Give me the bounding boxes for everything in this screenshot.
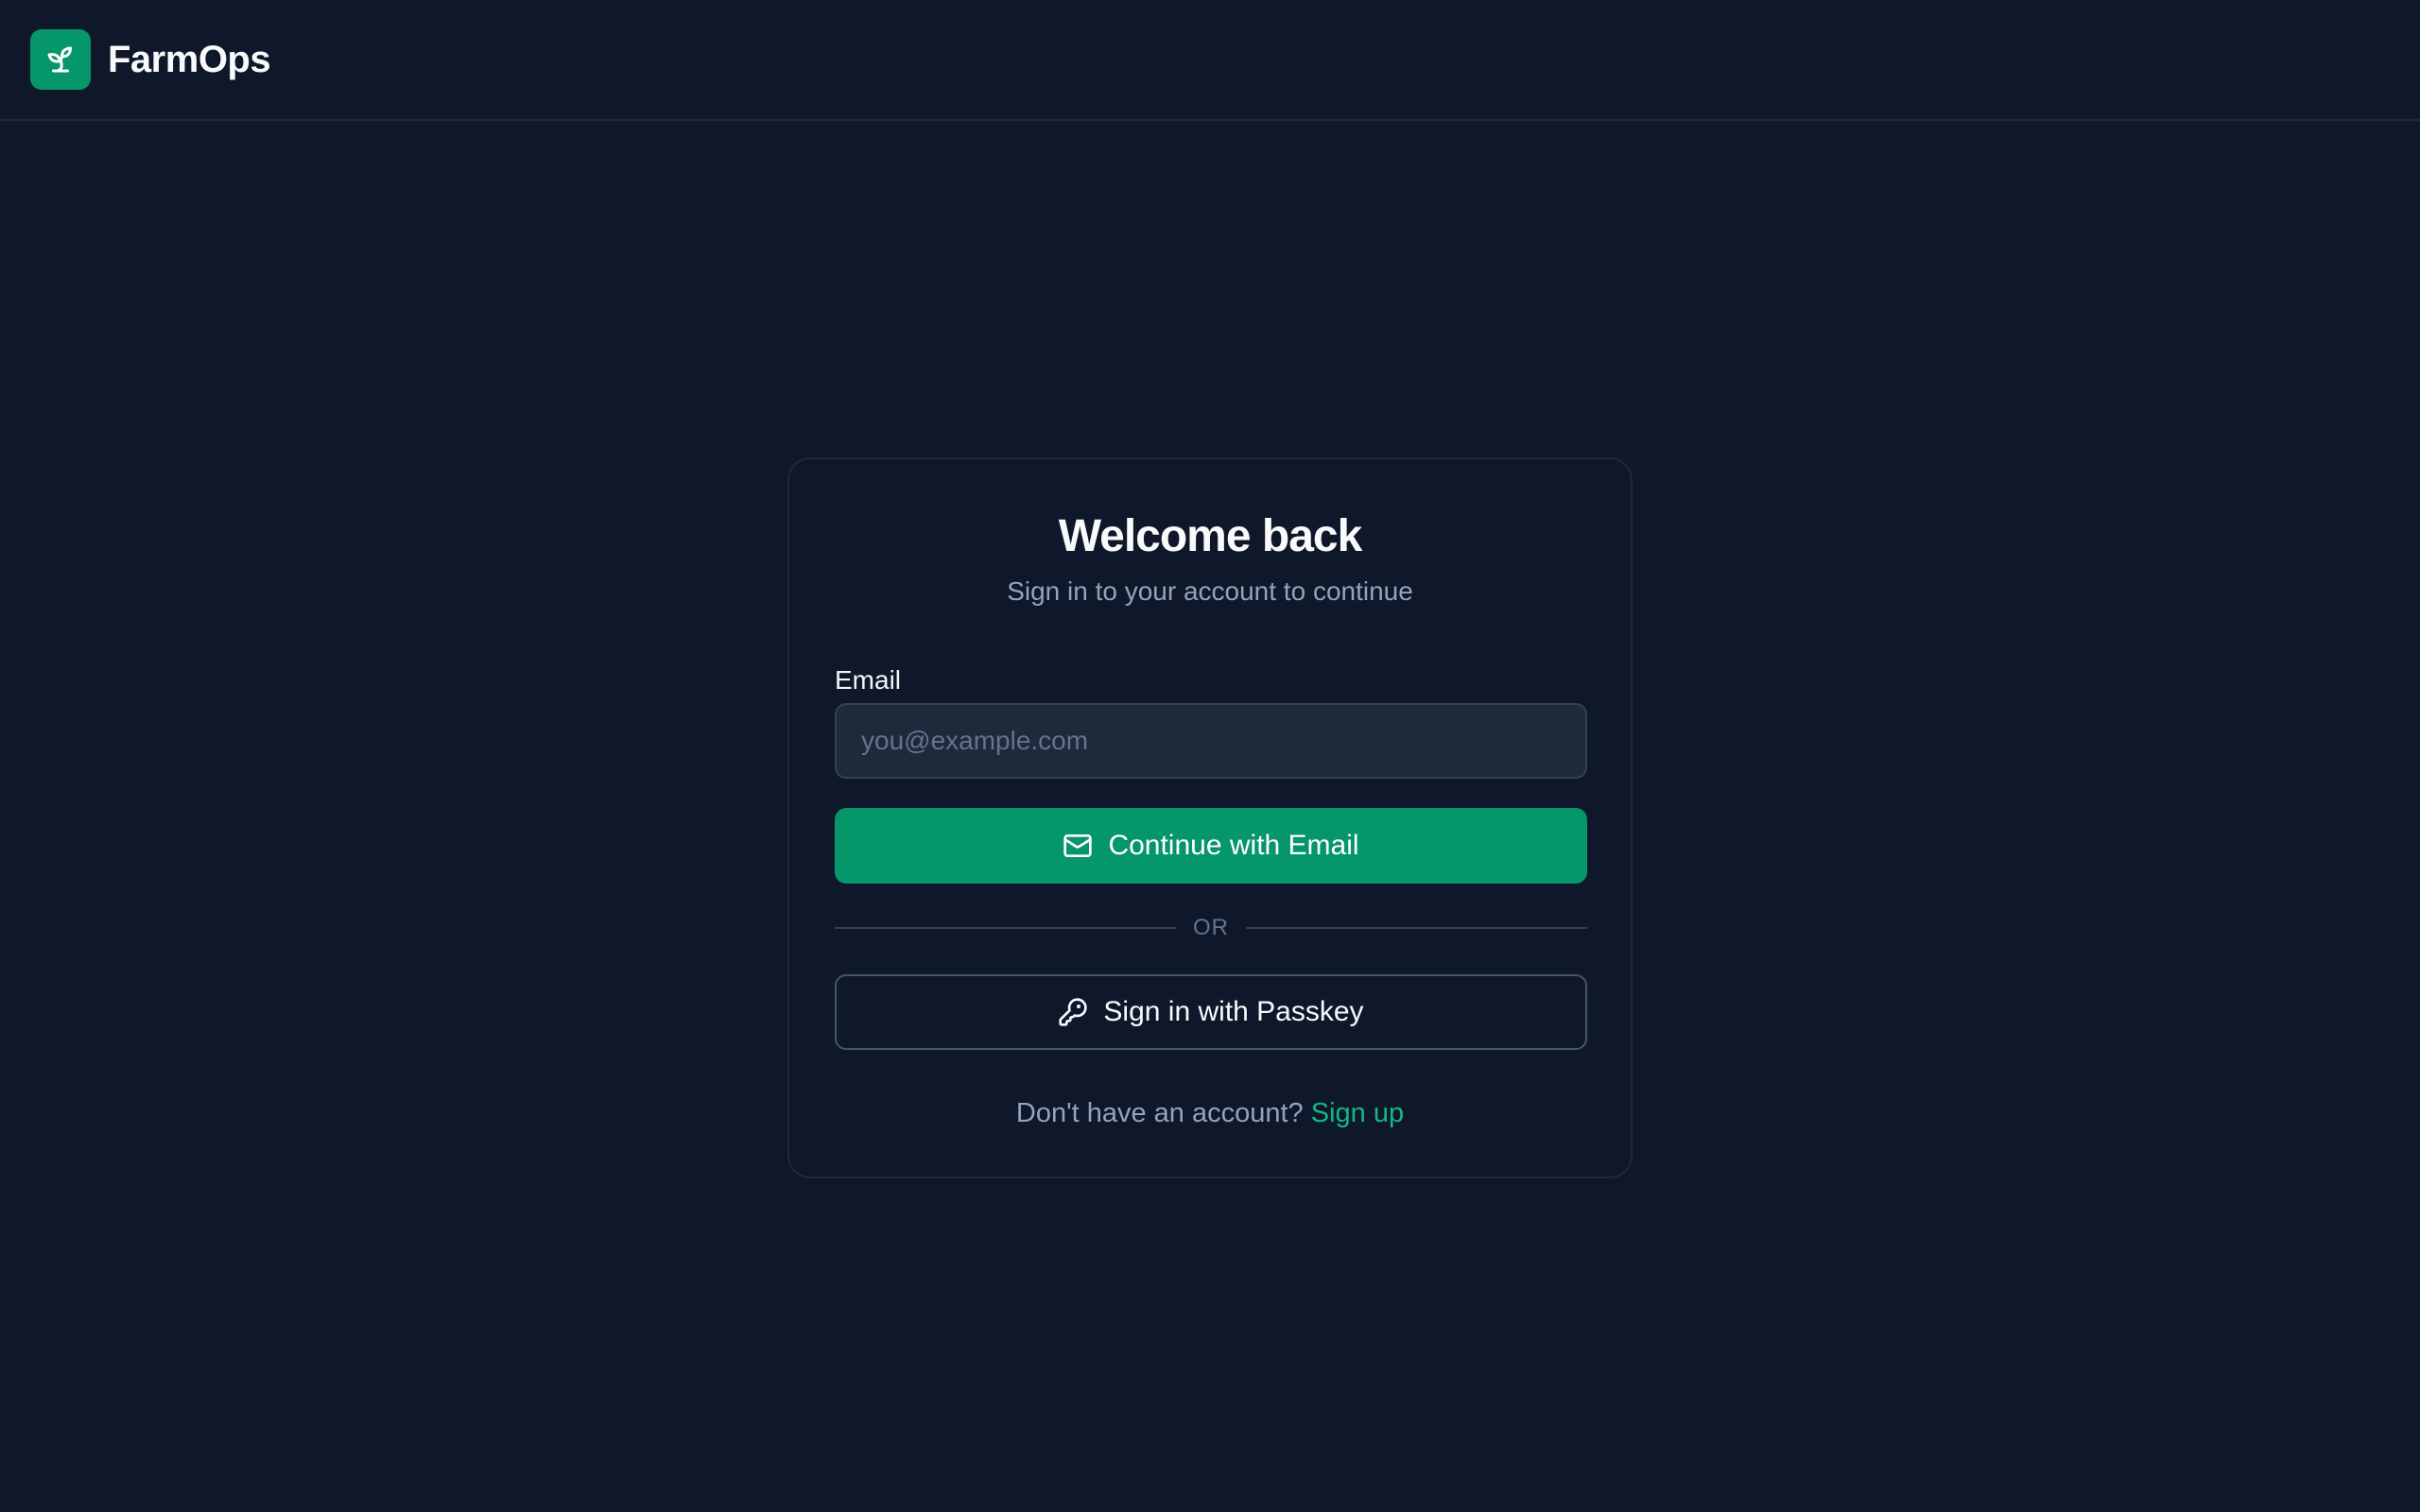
divider-line-left xyxy=(835,927,1176,929)
sign-in-with-passkey-button[interactable]: Sign in with Passkey xyxy=(835,974,1587,1050)
mail-icon xyxy=(1063,834,1093,857)
page-subtitle: Sign in to your account to continue xyxy=(1007,576,1413,606)
divider-text: OR xyxy=(1193,915,1229,940)
brand-name: FarmOps xyxy=(108,38,271,80)
signup-prompt: Don't have an account? Sign up xyxy=(789,1098,1631,1129)
or-divider: OR xyxy=(835,914,1587,942)
continue-with-email-button[interactable]: Continue with Email xyxy=(835,808,1587,884)
continue-with-email-label: Continue with Email xyxy=(1108,830,1359,861)
top-header: FarmOps xyxy=(0,0,2420,121)
email-field[interactable] xyxy=(835,703,1587,779)
key-icon xyxy=(1059,998,1088,1026)
email-label: Email xyxy=(835,665,902,695)
sprout-icon xyxy=(47,46,72,73)
login-card: Welcome back Sign in to your account to … xyxy=(787,457,1633,1178)
divider-line-right xyxy=(1246,927,1587,929)
logo[interactable] xyxy=(30,29,91,90)
sign-in-with-passkey-label: Sign in with Passkey xyxy=(1103,996,1364,1027)
sign-up-link[interactable]: Sign up xyxy=(1311,1098,1404,1128)
no-account-text: Don't have an account? xyxy=(1015,1098,1304,1128)
page-title: Welcome back xyxy=(1058,511,1363,561)
